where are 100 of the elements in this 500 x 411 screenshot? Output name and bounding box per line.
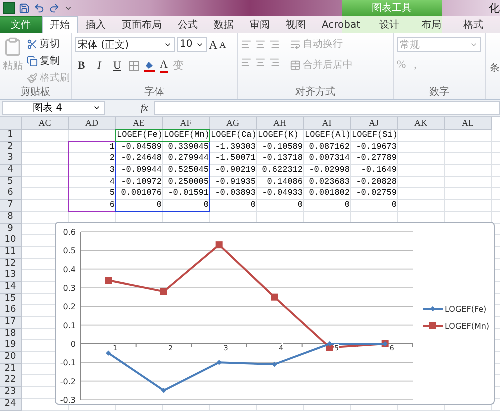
row-header[interactable]: 5: [0, 176, 22, 189]
borders-icon[interactable]: [129, 61, 139, 71]
table-cell: LOGEF(Al): [304, 130, 351, 142]
ribbon-tab[interactable]: 插入: [78, 16, 114, 33]
row-header[interactable]: 18: [0, 328, 22, 341]
row-header[interactable]: 19: [0, 340, 22, 352]
table-cell-text: 5: [108, 188, 116, 200]
column-header[interactable]: AK: [398, 117, 445, 130]
table-cell-text: 1: [108, 142, 116, 154]
column-header[interactable]: AH: [257, 117, 304, 130]
column-header[interactable]: AG: [210, 117, 257, 130]
row-header[interactable]: 21: [0, 364, 22, 376]
wrap-text-icon: [290, 38, 301, 50]
column-header[interactable]: AI: [304, 117, 351, 130]
undo-icon[interactable]: [34, 2, 45, 14]
group-label: 条: [490, 62, 500, 76]
ribbon-tab[interactable]: 开始: [42, 16, 78, 33]
underline-button[interactable]: U: [111, 60, 124, 72]
file-tab[interactable]: 文件: [0, 16, 42, 33]
row-header[interactable]: 3: [0, 153, 22, 166]
row-header[interactable]: 10: [0, 235, 22, 248]
align-icon[interactable]: [255, 57, 266, 68]
table-cell: LOGEF(Si): [351, 130, 398, 142]
table-cell-text: -0.03893: [214, 188, 257, 200]
column-header[interactable]: AC: [22, 117, 69, 130]
clipboard-button[interactable]: 复制: [27, 54, 70, 68]
font-size-field[interactable]: 10: [177, 37, 207, 52]
formula-input[interactable]: [154, 101, 500, 115]
square-marker: [160, 288, 168, 296]
grow-font-button[interactable]: A: [209, 38, 218, 50]
column-header[interactable]: AE: [116, 117, 163, 130]
column-header[interactable]: AF: [163, 117, 210, 130]
row-header[interactable]: 8: [0, 212, 22, 224]
italic-button[interactable]: I: [93, 60, 106, 72]
excel-logo-icon: [3, 2, 15, 14]
window-title: 化: [489, 1, 500, 16]
row-header[interactable]: 15: [0, 294, 22, 306]
copy-icon: [27, 56, 38, 66]
table-cell-text: 0: [250, 200, 257, 212]
ribbon-tab[interactable]: 审阅: [242, 16, 278, 33]
insert-function-button[interactable]: fx: [141, 102, 148, 114]
align-icon[interactable]: [255, 39, 266, 50]
row-header[interactable]: 12: [0, 258, 22, 271]
row-header[interactable]: 14: [0, 282, 22, 294]
row-header[interactable]: 6: [0, 188, 22, 200]
ribbon-tab[interactable]: 设计: [368, 16, 411, 33]
row-header[interactable]: 22: [0, 375, 22, 388]
row-header[interactable]: 1: [0, 130, 22, 142]
table-cell-text: -0.09944: [120, 165, 163, 178]
table-cell-text: -0.02759: [355, 188, 398, 200]
align-icon[interactable]: [241, 39, 252, 50]
table-cell-text: 0.250005: [167, 176, 210, 189]
diamond-marker: [216, 360, 222, 366]
table-cell-text: 0: [390, 200, 398, 212]
row-header[interactable]: 13: [0, 270, 22, 282]
redo-icon[interactable]: [49, 2, 60, 14]
ribbon-tab[interactable]: 页面布局: [114, 16, 170, 33]
row-header[interactable]: 16: [0, 305, 22, 318]
row-header[interactable]: 4: [0, 165, 22, 178]
fill-color-icon[interactable]: [144, 60, 155, 72]
ribbon-tab[interactable]: Acrobat: [314, 16, 369, 33]
square-marker: [271, 294, 278, 301]
row-header[interactable]: 9: [0, 224, 22, 236]
ribbon-tab[interactable]: 公式: [170, 16, 206, 33]
align-icon[interactable]: [269, 57, 280, 68]
shrink-font-button[interactable]: A: [220, 38, 226, 50]
row-header[interactable]: 23: [0, 387, 22, 400]
context-tab-header: 图表工具: [342, 0, 442, 16]
column-header[interactable]: AL: [445, 117, 492, 130]
paintbrush-icon: [27, 72, 38, 84]
column-header[interactable]: AJ: [351, 117, 398, 130]
save-icon[interactable]: [19, 2, 30, 14]
ribbon-tab[interactable]: 布局: [410, 16, 453, 33]
table-cell-text: -0.04933: [261, 188, 304, 200]
font-name-field[interactable]: 宋体 (正文): [75, 37, 175, 52]
caret-icon: [93, 104, 101, 112]
align-icon[interactable]: [269, 39, 280, 50]
table-cell-text: 0.14086: [266, 176, 304, 189]
table-cell-text: -0.27789: [355, 153, 398, 166]
group-label: 数字: [428, 86, 450, 99]
clipboard-button[interactable]: 剪切: [27, 37, 70, 51]
column-header[interactable]: AD: [69, 117, 116, 130]
align-icon[interactable]: [241, 57, 252, 68]
row-header[interactable]: 17: [0, 317, 22, 329]
select-all-button[interactable]: [0, 117, 22, 130]
table-cell: LOGEF(Ca): [210, 130, 257, 142]
y-tick-label: 0.1: [63, 321, 76, 330]
table-cell-text: 0: [296, 200, 304, 212]
row-header[interactable]: 2: [0, 142, 22, 154]
ribbon-tab[interactable]: 视图: [278, 16, 314, 33]
ribbon-tab[interactable]: 格式: [452, 16, 495, 33]
bold-button[interactable]: B: [75, 60, 88, 72]
name-box[interactable]: 图表 4: [2, 101, 105, 115]
row-header[interactable]: 7: [0, 200, 22, 212]
row-header[interactable]: 11: [0, 246, 22, 259]
legend-label: LOGEF(Mn): [445, 322, 490, 331]
ribbon-tab[interactable]: 数据: [206, 16, 242, 33]
row-header[interactable]: 20: [0, 352, 22, 364]
row-header[interactable]: 24: [0, 398, 22, 411]
font-color-button[interactable]: A: [160, 59, 168, 73]
